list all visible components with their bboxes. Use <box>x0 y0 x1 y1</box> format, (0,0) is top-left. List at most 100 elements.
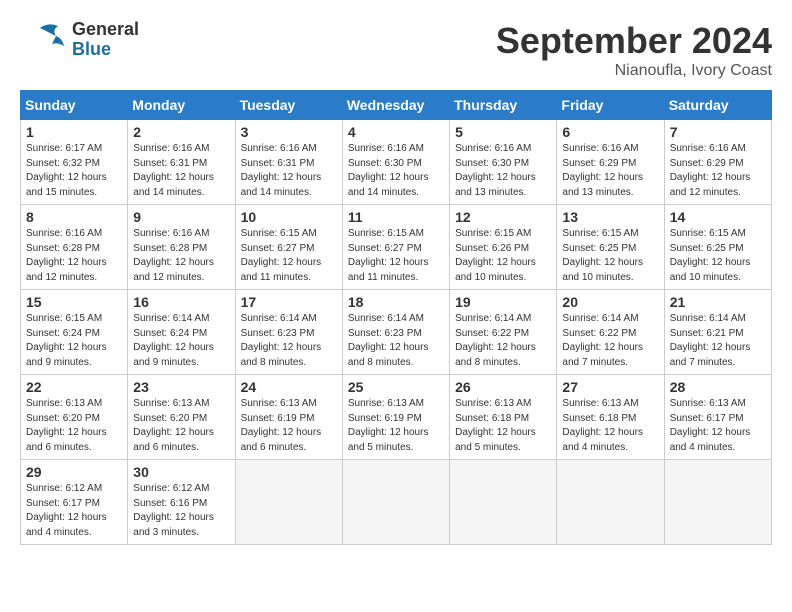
day-number: 27 <box>562 379 658 395</box>
page-header: General Blue September 2024 Nianoufla, I… <box>20 20 772 80</box>
day-number: 29 <box>26 464 122 480</box>
day-info: Sunrise: 6:13 AM Sunset: 6:20 PM Dayligh… <box>133 397 229 455</box>
day-info: Sunrise: 6:13 AM Sunset: 6:18 PM Dayligh… <box>455 397 551 455</box>
calendar-day-cell <box>664 460 771 545</box>
location: Nianoufla, Ivory Coast <box>496 62 772 80</box>
day-info: Sunrise: 6:15 AM Sunset: 6:27 PM Dayligh… <box>348 227 444 285</box>
day-info: Sunrise: 6:13 AM Sunset: 6:17 PM Dayligh… <box>670 397 766 455</box>
calendar-day-cell: 7 Sunrise: 6:16 AM Sunset: 6:29 PM Dayli… <box>664 120 771 205</box>
day-info: Sunrise: 6:13 AM Sunset: 6:19 PM Dayligh… <box>348 397 444 455</box>
day-number: 7 <box>670 124 766 140</box>
day-number: 20 <box>562 294 658 310</box>
calendar-day-cell: 3 Sunrise: 6:16 AM Sunset: 6:31 PM Dayli… <box>235 120 342 205</box>
day-info: Sunrise: 6:16 AM Sunset: 6:29 PM Dayligh… <box>670 142 766 200</box>
calendar-week-row: 8 Sunrise: 6:16 AM Sunset: 6:28 PM Dayli… <box>21 205 772 290</box>
calendar-table: Sunday Monday Tuesday Wednesday Thursday… <box>20 90 772 545</box>
day-number: 16 <box>133 294 229 310</box>
day-info: Sunrise: 6:17 AM Sunset: 6:32 PM Dayligh… <box>26 142 122 200</box>
day-number: 6 <box>562 124 658 140</box>
day-info: Sunrise: 6:16 AM Sunset: 6:28 PM Dayligh… <box>26 227 122 285</box>
calendar-day-cell <box>342 460 449 545</box>
calendar-day-cell: 13 Sunrise: 6:15 AM Sunset: 6:25 PM Dayl… <box>557 205 664 290</box>
day-number: 18 <box>348 294 444 310</box>
day-number: 23 <box>133 379 229 395</box>
day-number: 13 <box>562 209 658 225</box>
calendar-day-cell: 14 Sunrise: 6:15 AM Sunset: 6:25 PM Dayl… <box>664 205 771 290</box>
day-info: Sunrise: 6:12 AM Sunset: 6:16 PM Dayligh… <box>133 482 229 540</box>
calendar-week-row: 22 Sunrise: 6:13 AM Sunset: 6:20 PM Dayl… <box>21 375 772 460</box>
calendar-day-cell: 18 Sunrise: 6:14 AM Sunset: 6:23 PM Dayl… <box>342 290 449 375</box>
calendar-week-row: 1 Sunrise: 6:17 AM Sunset: 6:32 PM Dayli… <box>21 120 772 205</box>
calendar-day-cell: 17 Sunrise: 6:14 AM Sunset: 6:23 PM Dayl… <box>235 290 342 375</box>
day-info: Sunrise: 6:13 AM Sunset: 6:20 PM Dayligh… <box>26 397 122 455</box>
day-number: 12 <box>455 209 551 225</box>
day-number: 24 <box>241 379 337 395</box>
day-number: 4 <box>348 124 444 140</box>
day-info: Sunrise: 6:16 AM Sunset: 6:30 PM Dayligh… <box>348 142 444 200</box>
calendar-day-cell: 22 Sunrise: 6:13 AM Sunset: 6:20 PM Dayl… <box>21 375 128 460</box>
col-thursday: Thursday <box>450 91 557 120</box>
day-number: 30 <box>133 464 229 480</box>
day-number: 11 <box>348 209 444 225</box>
logo-text: General Blue <box>72 20 139 60</box>
calendar-day-cell: 29 Sunrise: 6:12 AM Sunset: 6:17 PM Dayl… <box>21 460 128 545</box>
day-number: 15 <box>26 294 122 310</box>
day-number: 1 <box>26 124 122 140</box>
day-info: Sunrise: 6:15 AM Sunset: 6:27 PM Dayligh… <box>241 227 337 285</box>
day-info: Sunrise: 6:16 AM Sunset: 6:28 PM Dayligh… <box>133 227 229 285</box>
calendar-day-cell: 19 Sunrise: 6:14 AM Sunset: 6:22 PM Dayl… <box>450 290 557 375</box>
day-info: Sunrise: 6:16 AM Sunset: 6:31 PM Dayligh… <box>133 142 229 200</box>
month-title: September 2024 <box>496 20 772 62</box>
calendar-header-row: Sunday Monday Tuesday Wednesday Thursday… <box>21 91 772 120</box>
day-number: 22 <box>26 379 122 395</box>
calendar-day-cell: 10 Sunrise: 6:15 AM Sunset: 6:27 PM Dayl… <box>235 205 342 290</box>
calendar-day-cell: 25 Sunrise: 6:13 AM Sunset: 6:19 PM Dayl… <box>342 375 449 460</box>
day-info: Sunrise: 6:14 AM Sunset: 6:21 PM Dayligh… <box>670 312 766 370</box>
calendar-day-cell: 28 Sunrise: 6:13 AM Sunset: 6:17 PM Dayl… <box>664 375 771 460</box>
day-number: 21 <box>670 294 766 310</box>
day-number: 2 <box>133 124 229 140</box>
calendar-day-cell: 20 Sunrise: 6:14 AM Sunset: 6:22 PM Dayl… <box>557 290 664 375</box>
day-number: 9 <box>133 209 229 225</box>
calendar-day-cell: 6 Sunrise: 6:16 AM Sunset: 6:29 PM Dayli… <box>557 120 664 205</box>
day-number: 8 <box>26 209 122 225</box>
calendar-day-cell: 2 Sunrise: 6:16 AM Sunset: 6:31 PM Dayli… <box>128 120 235 205</box>
calendar-week-row: 29 Sunrise: 6:12 AM Sunset: 6:17 PM Dayl… <box>21 460 772 545</box>
day-number: 26 <box>455 379 551 395</box>
day-info: Sunrise: 6:14 AM Sunset: 6:23 PM Dayligh… <box>241 312 337 370</box>
col-sunday: Sunday <box>21 91 128 120</box>
calendar-day-cell: 15 Sunrise: 6:15 AM Sunset: 6:24 PM Dayl… <box>21 290 128 375</box>
calendar-day-cell: 21 Sunrise: 6:14 AM Sunset: 6:21 PM Dayl… <box>664 290 771 375</box>
day-info: Sunrise: 6:15 AM Sunset: 6:25 PM Dayligh… <box>562 227 658 285</box>
calendar-day-cell: 24 Sunrise: 6:13 AM Sunset: 6:19 PM Dayl… <box>235 375 342 460</box>
title-area: September 2024 Nianoufla, Ivory Coast <box>496 20 772 80</box>
col-tuesday: Tuesday <box>235 91 342 120</box>
calendar-day-cell: 5 Sunrise: 6:16 AM Sunset: 6:30 PM Dayli… <box>450 120 557 205</box>
col-monday: Monday <box>128 91 235 120</box>
day-number: 17 <box>241 294 337 310</box>
day-number: 14 <box>670 209 766 225</box>
calendar-day-cell: 16 Sunrise: 6:14 AM Sunset: 6:24 PM Dayl… <box>128 290 235 375</box>
col-saturday: Saturday <box>664 91 771 120</box>
day-number: 10 <box>241 209 337 225</box>
calendar-day-cell: 11 Sunrise: 6:15 AM Sunset: 6:27 PM Dayl… <box>342 205 449 290</box>
calendar-day-cell: 9 Sunrise: 6:16 AM Sunset: 6:28 PM Dayli… <box>128 205 235 290</box>
day-info: Sunrise: 6:16 AM Sunset: 6:31 PM Dayligh… <box>241 142 337 200</box>
calendar-day-cell <box>235 460 342 545</box>
day-info: Sunrise: 6:16 AM Sunset: 6:29 PM Dayligh… <box>562 142 658 200</box>
logo-general: General <box>72 20 139 40</box>
day-info: Sunrise: 6:15 AM Sunset: 6:25 PM Dayligh… <box>670 227 766 285</box>
calendar-day-cell: 1 Sunrise: 6:17 AM Sunset: 6:32 PM Dayli… <box>21 120 128 205</box>
calendar-day-cell: 26 Sunrise: 6:13 AM Sunset: 6:18 PM Dayl… <box>450 375 557 460</box>
day-info: Sunrise: 6:14 AM Sunset: 6:22 PM Dayligh… <box>455 312 551 370</box>
day-info: Sunrise: 6:15 AM Sunset: 6:24 PM Dayligh… <box>26 312 122 370</box>
col-friday: Friday <box>557 91 664 120</box>
calendar-day-cell: 8 Sunrise: 6:16 AM Sunset: 6:28 PM Dayli… <box>21 205 128 290</box>
day-number: 25 <box>348 379 444 395</box>
logo-icon <box>20 20 68 60</box>
day-number: 3 <box>241 124 337 140</box>
calendar-day-cell: 23 Sunrise: 6:13 AM Sunset: 6:20 PM Dayl… <box>128 375 235 460</box>
logo-blue: Blue <box>72 40 139 60</box>
calendar-week-row: 15 Sunrise: 6:15 AM Sunset: 6:24 PM Dayl… <box>21 290 772 375</box>
day-info: Sunrise: 6:14 AM Sunset: 6:23 PM Dayligh… <box>348 312 444 370</box>
